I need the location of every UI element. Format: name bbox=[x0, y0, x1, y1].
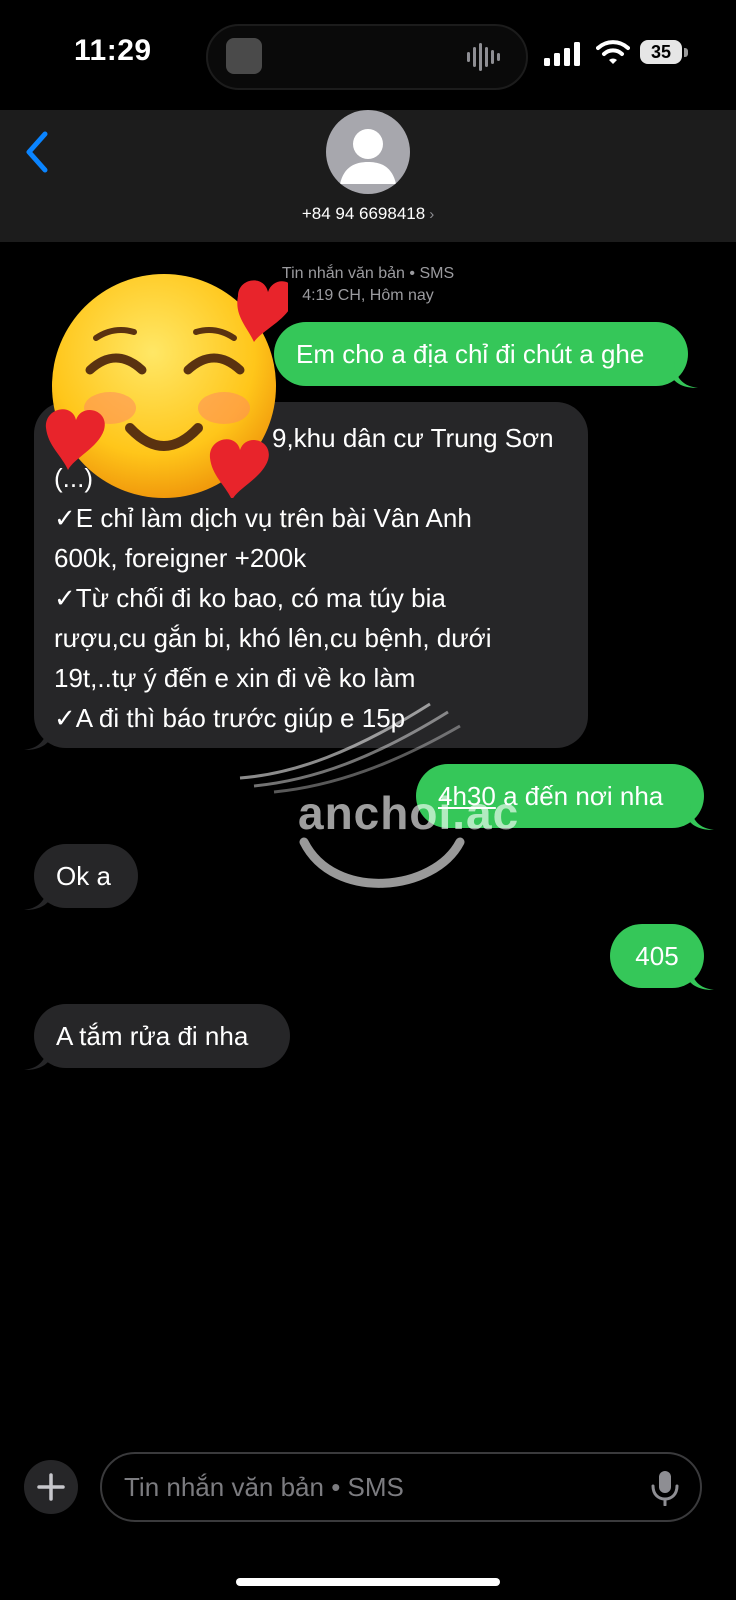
bubble-tail bbox=[24, 724, 48, 750]
now-playing-artwork bbox=[226, 38, 262, 74]
bubble-tail bbox=[24, 884, 48, 910]
message-text: Ok a bbox=[56, 861, 111, 891]
bubble-tail bbox=[690, 804, 714, 830]
bubble-tail bbox=[24, 1044, 48, 1070]
message-line: 19t,..tự ý đến e xin đi về ko làm bbox=[54, 663, 416, 693]
status-bar: 11:29 35 bbox=[0, 0, 736, 110]
contact-name[interactable]: +84 94 6698418 › bbox=[0, 204, 736, 224]
back-chevron-icon[interactable] bbox=[24, 130, 50, 174]
received-message-bubble[interactable]: Ok a bbox=[24, 844, 138, 910]
message-composer bbox=[0, 1452, 736, 1540]
battery-level: 35 bbox=[640, 40, 682, 64]
battery-icon: 35 bbox=[640, 40, 690, 66]
signal-icon bbox=[544, 42, 580, 66]
bubble-tail bbox=[674, 362, 698, 388]
microphone-icon[interactable] bbox=[650, 1470, 680, 1506]
chevron-right-icon: › bbox=[429, 206, 435, 223]
audio-waveform-icon bbox=[467, 43, 500, 71]
message-text: Em cho a địa chỉ đi chút a ghe bbox=[296, 339, 645, 369]
message-text: a đến nơi nha bbox=[495, 781, 664, 811]
message-input[interactable] bbox=[100, 1452, 702, 1522]
bubble-tail bbox=[690, 964, 714, 990]
received-message-bubble[interactable]: A tắm rửa đi nha bbox=[24, 1004, 290, 1070]
sent-message-bubble[interactable]: 4h30 a đến nơi nha bbox=[416, 764, 714, 830]
message-line: rượu,cu gắn bi, khó lên,cu bệnh, dưới bbox=[54, 623, 492, 653]
add-attachment-button[interactable] bbox=[24, 1460, 78, 1514]
battery-nub bbox=[684, 48, 688, 57]
wifi-icon bbox=[596, 40, 630, 64]
contact-phone-number: +84 94 6698418 bbox=[301, 204, 426, 223]
contact-avatar-icon[interactable] bbox=[326, 110, 410, 194]
sent-message-bubble[interactable]: 405 bbox=[610, 924, 714, 990]
dynamic-island[interactable] bbox=[206, 24, 528, 90]
time-link[interactable]: 4h30 bbox=[438, 781, 496, 811]
message-line: ✓Từ chối đi ko bao, có ma túy bia bbox=[54, 583, 446, 613]
home-indicator[interactable] bbox=[236, 1578, 500, 1586]
conversation-header: +84 94 6698418 › bbox=[0, 110, 736, 242]
status-time: 11:29 bbox=[74, 34, 152, 67]
smiling-face-with-hearts-emoji bbox=[45, 274, 288, 498]
message-text: 405 bbox=[635, 941, 679, 971]
message-text: A tắm rửa đi nha bbox=[56, 1021, 249, 1051]
plus-icon bbox=[37, 1473, 65, 1501]
message-line: ✓A đi thì báo trước giúp e 15p bbox=[54, 703, 406, 733]
message-line: ✓E chỉ làm dịch vụ trên bài Vân Anh bbox=[54, 503, 472, 533]
message-line: 600k, foreigner +200k bbox=[54, 543, 307, 573]
sent-message-bubble[interactable]: Em cho a địa chỉ đi chút a ghe bbox=[274, 322, 698, 388]
